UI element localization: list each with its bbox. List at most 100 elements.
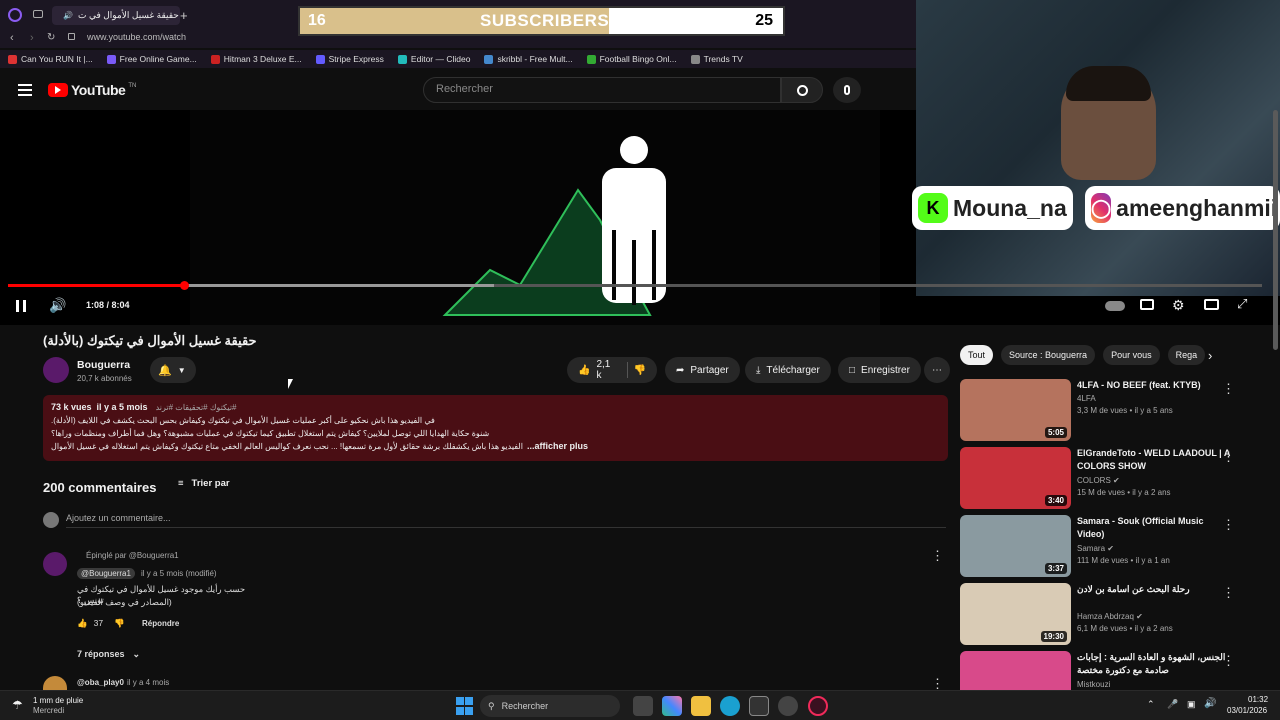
comment-author[interactable]: @Bouguerra1 [77, 568, 135, 579]
recommendation-channel[interactable]: Hamza Abdrzaq ✔ [1077, 612, 1143, 621]
channel-name[interactable]: Bouguerra [77, 359, 130, 371]
next-comment-avatar[interactable] [43, 676, 67, 690]
speaker-icon[interactable]: 🔊 [63, 11, 73, 20]
tray-chevron-icon[interactable]: ⌃ [1147, 699, 1155, 710]
edge-icon[interactable] [720, 696, 740, 716]
bookmark-item[interactable]: Trends TV [690, 54, 743, 64]
more-options-icon[interactable]: ⋮ [1222, 653, 1235, 669]
download-button[interactable]: ⤓ Télécharger [745, 357, 831, 383]
tab-actions-icon[interactable] [33, 10, 43, 18]
recommendation-item[interactable]: 3:37 Samara - Souk (Official Music Video)… [960, 515, 1270, 579]
search-button[interactable] [781, 77, 823, 103]
weather-text[interactable]: 1 mm de pluie [33, 696, 83, 705]
volume-icon[interactable]: 🔊 [49, 297, 66, 314]
filter-chip[interactable]: Rega [1167, 345, 1206, 365]
comment-more-icon[interactable]: ⋮ [931, 548, 944, 564]
bookmark-item[interactable]: Stripe Express [315, 54, 384, 64]
hamburger-menu-icon[interactable] [18, 84, 32, 96]
replies-toggle[interactable]: 7 réponses ⌄ [77, 649, 140, 660]
comment-avatar[interactable] [43, 552, 67, 576]
video-thumbnail[interactable]: 3:37 [960, 515, 1071, 577]
more-options-icon[interactable]: ⋮ [1222, 449, 1235, 465]
new-tab-button[interactable]: + [180, 8, 188, 23]
add-comment-input[interactable]: Ajoutez un commentaire... [66, 513, 946, 528]
opera-gx-icon[interactable] [808, 696, 828, 716]
comment-dislike-icon[interactable]: 👎 [114, 618, 125, 629]
video-thumbnail[interactable]: 3:40 [960, 447, 1071, 509]
bookmark-item[interactable]: skribbl - Free Mult... [484, 54, 573, 64]
notification-bell-button[interactable]: 🔔 ▼ [150, 357, 196, 383]
file-explorer-icon[interactable] [691, 696, 711, 716]
recommendation-title[interactable]: Samara - Souk (Official Music Video) [1077, 515, 1233, 541]
chevron-right-icon[interactable]: › [1208, 348, 1212, 363]
sort-button[interactable]: ≡ Trier par [178, 478, 230, 489]
recommendation-channel[interactable]: Mistkouzi [1077, 680, 1110, 689]
recommendation-item[interactable]: 19:30 رحلة البحث عن اسامة بن لادن Hamza Ab… [960, 583, 1270, 647]
forward-icon[interactable]: › [30, 32, 34, 44]
recommendation-item[interactable]: 5:05 4LFA - NO BEEF (feat. KTYB) 4LFA 3,3 M… [960, 379, 1270, 443]
channel-avatar[interactable] [43, 357, 69, 383]
browser-tab-active[interactable]: 🔊 حقيقة غسيل الأموال في ت [52, 6, 180, 25]
thumbs-down-icon[interactable]: 👎 [634, 365, 646, 376]
share-button[interactable]: ➦ Partager [665, 357, 740, 383]
tray-volume-icon[interactable]: 🔊 [1204, 698, 1216, 709]
tray-network-icon[interactable]: ▣ [1187, 699, 1196, 710]
filter-chip[interactable]: Source : Bouguerra [1001, 345, 1096, 365]
autoplay-toggle[interactable] [1105, 301, 1125, 311]
pause-button[interactable] [16, 300, 26, 312]
like-button[interactable]: 👍 2,1 k 👎 [567, 357, 657, 383]
filter-chip[interactable]: Tout [960, 345, 994, 365]
recommendation-channel[interactable]: Samara ✔ [1077, 544, 1114, 553]
copilot-icon[interactable] [662, 696, 682, 716]
save-label: Enregistrer [861, 364, 910, 376]
page-scrollbar[interactable] [1273, 110, 1278, 350]
reload-icon[interactable]: ↻ [47, 32, 55, 43]
save-button[interactable]: □ Enregistrer [838, 357, 921, 383]
bookmark-item[interactable]: Hitman 3 Deluxe E... [210, 54, 302, 64]
more-options-icon[interactable]: ⋮ [1222, 517, 1235, 533]
recommendation-item[interactable]: 3:40 ElGrandeToto - WELD LAADOUL | A COLO… [960, 447, 1270, 511]
subtitles-icon[interactable] [1140, 299, 1154, 310]
task-view-icon[interactable] [633, 696, 653, 716]
store-icon[interactable] [749, 696, 769, 716]
comment-like-button[interactable]: 👍 37 [77, 618, 103, 629]
bookmark-item[interactable]: Football Bingo Onl... [586, 54, 677, 64]
more-actions-button[interactable]: ⋯ [924, 357, 950, 383]
voice-search-button[interactable] [833, 77, 861, 103]
scrubber-handle[interactable] [180, 281, 189, 290]
recommendation-title[interactable]: الجنس، الشهوة و العادة السرية : إجابات ص… [1077, 651, 1233, 677]
recommendation-title[interactable]: رحلة البحث عن اسامة بن لادن [1077, 583, 1233, 596]
tray-mic-icon[interactable]: 🎤 [1167, 699, 1178, 710]
recommendation-title[interactable]: 4LFA - NO BEEF (feat. KTYB) [1077, 379, 1233, 392]
youtube-logo[interactable]: YouTube TN [48, 82, 136, 98]
windows-start-icon[interactable] [454, 696, 474, 716]
back-icon[interactable]: ‹ [10, 32, 14, 44]
fullscreen-icon[interactable]: ⤢ [1237, 296, 1247, 312]
filter-chip[interactable]: Pour vous [1103, 345, 1160, 365]
taskbar-search[interactable]: ⚲ Rechercher [480, 695, 620, 717]
bookmark-label: skribbl - Free Mult... [497, 54, 573, 64]
video-thumbnail[interactable]: 19:30 [960, 583, 1071, 645]
theater-mode-icon[interactable] [1204, 299, 1219, 310]
bookmark-item[interactable]: Can You RUN It |... [8, 54, 93, 64]
recommendation-channel[interactable]: COLORS ✔ [1077, 476, 1120, 485]
reply-button[interactable]: Répondre [142, 619, 179, 628]
bookmark-item[interactable]: Editor — Clideo [397, 54, 470, 64]
replies-count: 7 réponses [77, 649, 125, 659]
game-app-icon[interactable] [778, 696, 798, 716]
recommendation-channel[interactable]: 4LFA [1077, 394, 1096, 403]
browser-menu-icon[interactable] [8, 8, 22, 22]
more-options-icon[interactable]: ⋮ [1222, 381, 1235, 397]
clock-time[interactable]: 01:32 [1248, 695, 1268, 704]
next-comment-author[interactable]: @oba_play0 [77, 678, 124, 687]
recommendation-title[interactable]: ElGrandeToto - WELD LAADOUL | A COLORS S… [1077, 447, 1233, 473]
settings-gear-icon[interactable]: ⚙ [1172, 297, 1185, 314]
video-thumbnail[interactable]: 5:05 [960, 379, 1071, 441]
more-options-icon[interactable]: ⋮ [1222, 585, 1235, 601]
url-field[interactable]: www.youtube.com/watch [87, 32, 186, 42]
search-icon [796, 84, 808, 96]
bookmark-item[interactable]: Free Online Game... [106, 54, 197, 64]
description-box[interactable]: 73 k vues il y a 5 mois #تيكتوك #تحقيقات… [43, 395, 948, 461]
show-more-link[interactable]: ...afficher plus [527, 440, 588, 453]
search-input[interactable]: Rechercher [423, 77, 781, 103]
